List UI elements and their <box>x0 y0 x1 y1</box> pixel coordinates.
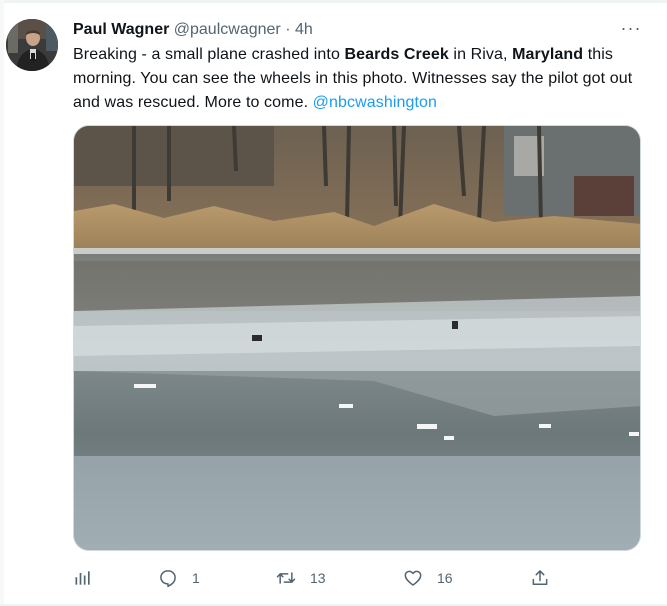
share-button[interactable] <box>530 566 550 590</box>
author-name[interactable]: Paul Wagner <box>73 21 169 38</box>
author-handle[interactable]: @paulcwagner <box>174 21 281 38</box>
share-icon <box>532 570 548 585</box>
avatar[interactable] <box>6 19 58 71</box>
tweet-header: Paul Wagner @paulcwagner · 4h <box>73 20 313 40</box>
tweet-timestamp[interactable]: 4h <box>295 21 313 38</box>
tweet-text: Breaking - a small plane crashed into Be… <box>73 43 653 115</box>
text-run: Breaking - a small plane crashed into <box>73 46 345 63</box>
analytics-icon <box>75 571 90 585</box>
heart-icon <box>404 570 422 586</box>
header-separator: · <box>285 21 291 38</box>
retweet-count: 13 <box>310 570 326 586</box>
like-count: 16 <box>437 570 453 586</box>
retweet-button[interactable]: 13 <box>276 566 326 590</box>
reply-button[interactable]: 1 <box>158 566 200 590</box>
tweet-actions: 1 13 16 <box>73 566 563 590</box>
bold-phrase: Maryland <box>512 46 584 63</box>
tweet-photo[interactable] <box>73 125 641 551</box>
frame-top-edge <box>0 0 667 3</box>
text-run: in Riva, <box>448 46 513 63</box>
avatar-photo <box>6 19 58 71</box>
like-button[interactable]: 16 <box>403 566 453 590</box>
retweet-icon <box>276 572 296 584</box>
reply-icon <box>160 570 176 588</box>
views-button[interactable] <box>73 566 93 590</box>
more-options-label: ··· <box>620 18 642 38</box>
mention-link[interactable]: @nbcwashington <box>313 94 437 111</box>
frame-left-edge <box>0 0 4 606</box>
bold-phrase: Beards Creek <box>344 46 449 63</box>
more-options-icon[interactable]: ··· <box>618 18 644 42</box>
reply-count: 1 <box>192 570 200 586</box>
frozen-creek-photo <box>74 126 640 550</box>
